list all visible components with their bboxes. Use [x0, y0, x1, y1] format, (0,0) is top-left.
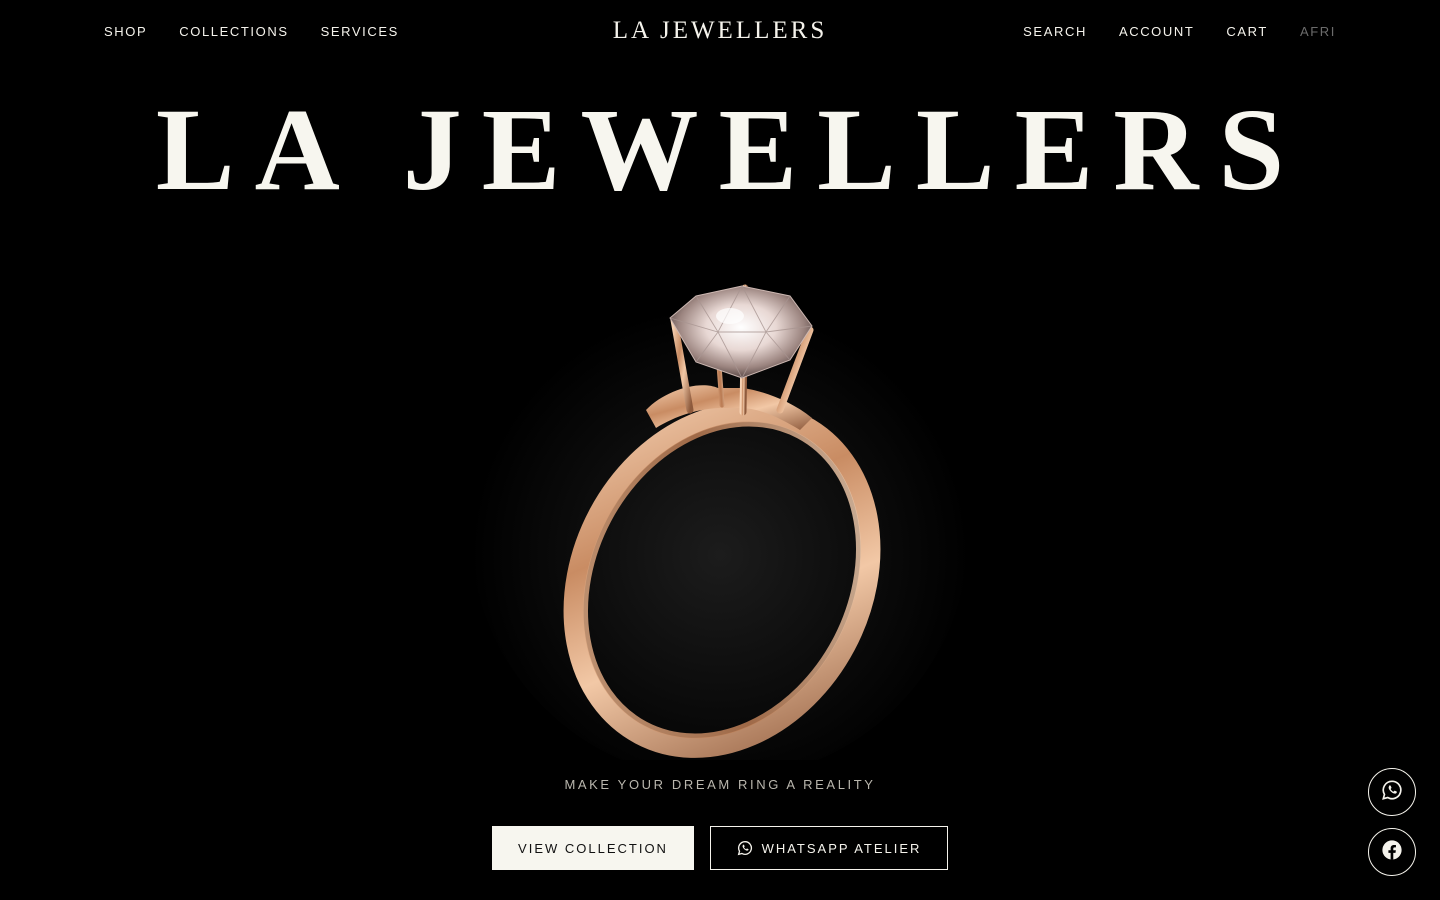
whatsapp-atelier-label: WHATSAPP ATELIER: [761, 840, 922, 856]
floating-facebook-button[interactable]: [1368, 828, 1416, 876]
nav-link-cart[interactable]: CART: [1226, 23, 1268, 41]
site-logo[interactable]: LA JEWELLERS: [613, 17, 827, 44]
nav-link-shop[interactable]: SHOP: [104, 23, 147, 41]
language-toggle[interactable]: AFRI: [1300, 23, 1336, 41]
nav-link-services[interactable]: SERVICES: [321, 23, 399, 41]
floating-whatsapp-button[interactable]: [1368, 768, 1416, 816]
nav-link-collections[interactable]: COLLECTIONS: [179, 23, 288, 41]
whatsapp-icon: [737, 840, 753, 856]
facebook-icon: [1381, 839, 1403, 866]
view-collection-label: VIEW COLLECTION: [518, 840, 668, 856]
whatsapp-icon: [1381, 779, 1403, 806]
nav-link-search[interactable]: SEARCH: [1023, 23, 1087, 41]
diamond-sparkle: [716, 308, 744, 324]
nav-right-menu: SEARCH ACCOUNT CART AFRI: [1023, 23, 1336, 41]
hero-ring-image: [460, 240, 980, 760]
whatsapp-atelier-button[interactable]: WHATSAPP ATELIER: [710, 826, 948, 870]
ring-illustration: [470, 280, 970, 760]
top-navigation: SHOP COLLECTIONS SERVICES LA JEWELLERS S…: [0, 0, 1440, 64]
hero-title: LA JEWELLERS: [155, 84, 1305, 215]
nav-left-menu: SHOP COLLECTIONS SERVICES: [104, 23, 399, 41]
hero-tagline: MAKE YOUR DREAM RING A REALITY: [564, 777, 876, 792]
view-collection-button[interactable]: VIEW COLLECTION: [492, 826, 694, 870]
nav-link-account[interactable]: ACCOUNT: [1119, 23, 1194, 41]
